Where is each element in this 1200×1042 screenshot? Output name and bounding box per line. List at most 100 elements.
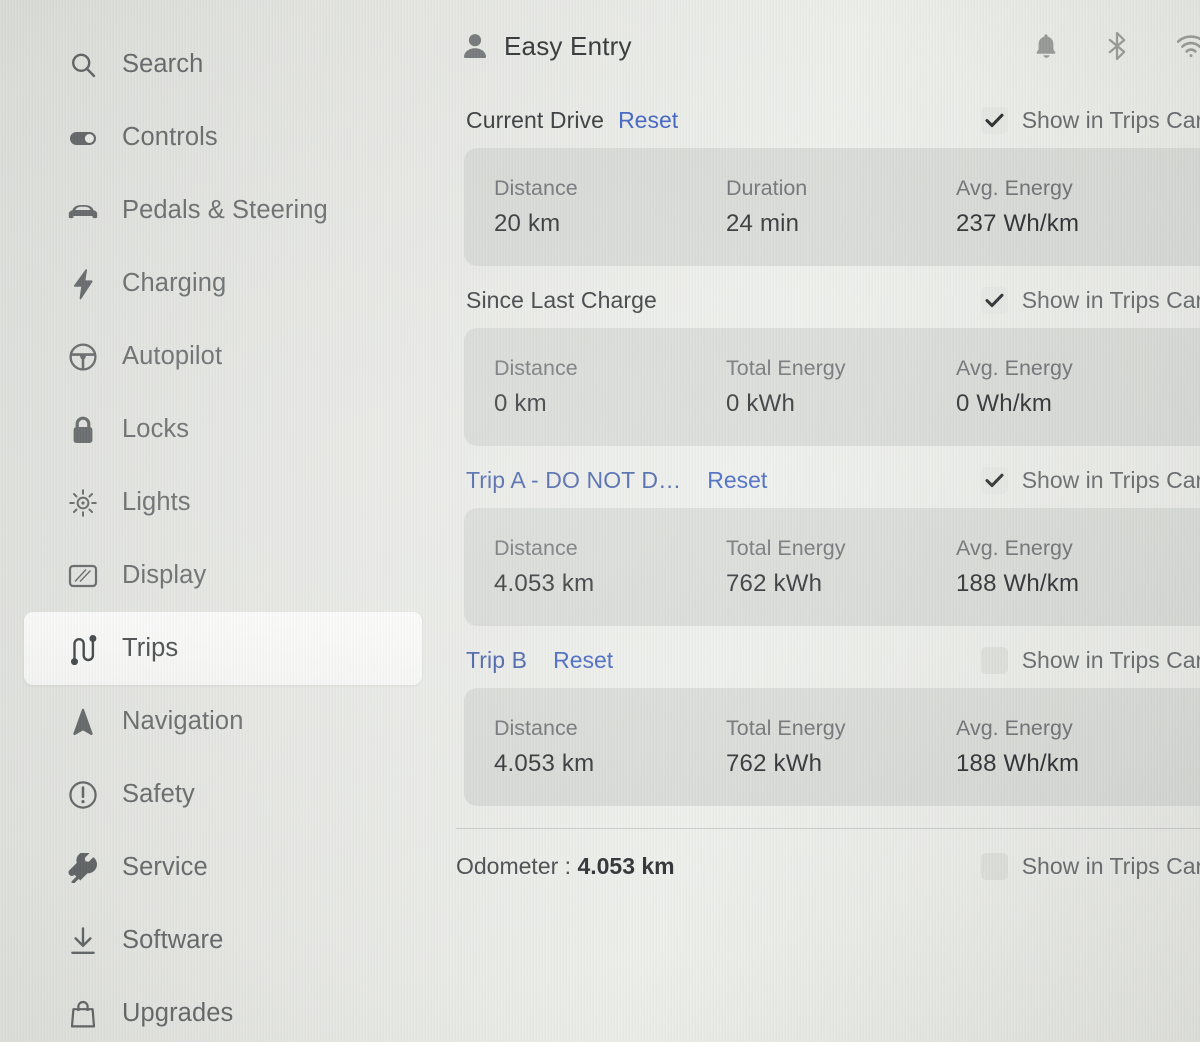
sidebar-item-service[interactable]: Service <box>24 831 422 904</box>
trip-section-trip-b: Trip B Reset Show in Trips Card Distance 4.0… <box>464 632 1200 806</box>
stat-label: Distance <box>494 176 578 200</box>
show-in-trips-checkbox[interactable] <box>980 286 1008 314</box>
section-title[interactable]: Trip B <box>466 647 527 674</box>
toggle-icon <box>66 122 100 154</box>
bolt-icon <box>66 268 100 300</box>
stat-value: 4.053 km <box>494 750 595 777</box>
show-in-trips-toggle[interactable]: Show in Trips Card <box>980 646 1200 674</box>
stat-value: 188 Wh/km <box>956 570 1080 597</box>
sidebar-item-software[interactable]: Software <box>24 904 422 977</box>
stat-label: Avg. Energy <box>956 356 1073 380</box>
sidebar-item-pedals-steering[interactable]: Pedals & Steering <box>24 174 422 247</box>
reset-link[interactable]: Reset <box>618 107 678 134</box>
stat-label: Total Energy <box>726 536 846 560</box>
section-header: Current Drive Reset Show in Trips Card <box>464 92 1200 148</box>
sidebar-item-search[interactable]: Search <box>24 28 422 101</box>
sidebar-item-label: Pedals & Steering <box>122 196 328 224</box>
sidebar-item-upgrades[interactable]: Upgrades <box>24 977 422 1042</box>
stats-card: Distance 0 km Total Energy 0 kWh Avg. Energy… <box>464 328 1200 446</box>
sidebar-nav-list: Search Controls Pedals & Steering Charging A… <box>0 28 440 1042</box>
bluetooth-icon[interactable] <box>1106 31 1128 61</box>
show-in-trips-checkbox[interactable] <box>980 466 1008 494</box>
section-title[interactable]: Trip A - DO NOT D… <box>466 467 681 494</box>
search-icon <box>66 49 100 81</box>
reset-link[interactable]: Reset <box>553 647 613 674</box>
stat-cell: Total Energy 762 kWh <box>726 536 956 598</box>
stat-label: Avg. Energy <box>956 176 1073 200</box>
sidebar-item-autopilot[interactable]: Autopilot <box>24 320 422 393</box>
odometer-row: Odometer : 4.053 km Show in Trips Card <box>454 829 1200 903</box>
show-in-trips-toggle[interactable]: Show in Trips Card <box>980 286 1200 314</box>
sidebar-item-controls[interactable]: Controls <box>24 101 422 174</box>
sidebar-item-display[interactable]: Display <box>24 539 422 612</box>
stat-label: Avg. Energy <box>956 536 1073 560</box>
wifi-icon[interactable] <box>1176 34 1200 58</box>
show-in-trips-toggle[interactable]: Show in Trips Card <box>980 106 1200 134</box>
lightbulb-icon <box>66 487 100 519</box>
sidebar-item-label: Display <box>122 561 207 589</box>
show-in-trips-label: Show in Trips Card <box>1021 646 1200 673</box>
odometer-label: Odometer : <box>456 852 572 879</box>
bell-icon[interactable] <box>1034 32 1058 60</box>
sidebar-item-safety[interactable]: Safety <box>24 758 422 831</box>
section-title: Current Drive <box>466 106 605 133</box>
stat-label: Avg. Energy <box>956 716 1073 740</box>
stat-cell: Distance 4.053 km <box>494 536 726 598</box>
stat-cell: Avg. Energy 0 Wh/km <box>956 356 1186 418</box>
show-in-trips-label: Show in Trips Card <box>1021 466 1200 493</box>
trip-sections: Current Drive Reset Show in Trips Card Dist… <box>454 92 1200 806</box>
section-header: Trip A - DO NOT D… Reset Show in Trips Car… <box>464 452 1200 508</box>
person-icon <box>462 32 488 60</box>
trip-section-current-drive: Current Drive Reset Show in Trips Card Dist… <box>464 92 1200 266</box>
sidebar-item-label: Safety <box>122 780 195 808</box>
stat-cell: Avg. Energy 188 Wh/km <box>956 716 1186 778</box>
stat-value: 20 km <box>494 210 561 237</box>
show-in-trips-checkbox[interactable] <box>980 106 1008 134</box>
navigation-icon <box>66 706 100 738</box>
sidebar-item-locks[interactable]: Locks <box>24 393 422 466</box>
section-title: Since Last Charge <box>466 286 657 313</box>
stat-value: 0 kWh <box>726 390 796 417</box>
section-header: Since Last Charge Show in Trips Card <box>464 272 1200 328</box>
stat-value: 4.053 km <box>494 570 595 597</box>
route-icon <box>66 633 100 665</box>
stat-value: 762 kWh <box>726 570 823 597</box>
odometer-checkbox[interactable] <box>980 852 1008 880</box>
lock-icon <box>66 414 100 446</box>
stat-value: 762 kWh <box>726 750 823 777</box>
stat-cell: Total Energy 0 kWh <box>726 356 956 418</box>
warning-icon <box>66 779 100 811</box>
sidebar-item-trips[interactable]: Trips <box>24 612 422 685</box>
stat-value: 0 km <box>494 390 547 417</box>
odometer-readout: Odometer : 4.053 km <box>456 853 675 880</box>
tesla-settings-screen: Search Controls Pedals & Steering Charging A… <box>0 0 1200 1042</box>
sidebar-item-lights[interactable]: Lights <box>24 466 422 539</box>
car-icon <box>66 195 100 227</box>
reset-link[interactable]: Reset <box>707 467 767 494</box>
stats-card: Distance 4.053 km Total Energy 762 kWh Avg. … <box>464 688 1200 806</box>
sidebar-item-charging[interactable]: Charging <box>24 247 422 320</box>
stat-cell: Duration 24 min <box>726 176 956 238</box>
odometer-show-in-trips-toggle[interactable]: Show in Trips Card <box>980 852 1200 880</box>
stat-value: 0 Wh/km <box>956 390 1053 417</box>
sidebar-item-label: Search <box>122 50 204 78</box>
sidebar-item-label: Navigation <box>122 707 244 735</box>
sidebar: Search Controls Pedals & Steering Charging A… <box>0 0 440 1042</box>
stat-cell: Distance 0 km <box>494 356 726 418</box>
sidebar-item-label: Charging <box>122 269 227 297</box>
display-icon <box>66 560 100 592</box>
show-in-trips-label: Show in Trips Card <box>1021 106 1200 133</box>
profile-button[interactable]: Easy Entry <box>462 31 632 62</box>
stat-label: Total Energy <box>726 716 846 740</box>
wrench-icon <box>66 852 100 884</box>
sidebar-item-label: Trips <box>122 634 179 662</box>
top-bar: Easy Entry <box>454 0 1200 92</box>
show-in-trips-toggle[interactable]: Show in Trips Card <box>980 466 1200 494</box>
show-in-trips-label: Show in Trips Card <box>1021 286 1200 313</box>
stats-card: Distance 4.053 km Total Energy 762 kWh Avg. … <box>464 508 1200 626</box>
stat-label: Total Energy <box>726 356 846 380</box>
sidebar-item-navigation[interactable]: Navigation <box>24 685 422 758</box>
show-in-trips-checkbox[interactable] <box>980 646 1008 674</box>
sidebar-item-label: Lights <box>122 488 191 516</box>
download-icon <box>66 925 100 957</box>
